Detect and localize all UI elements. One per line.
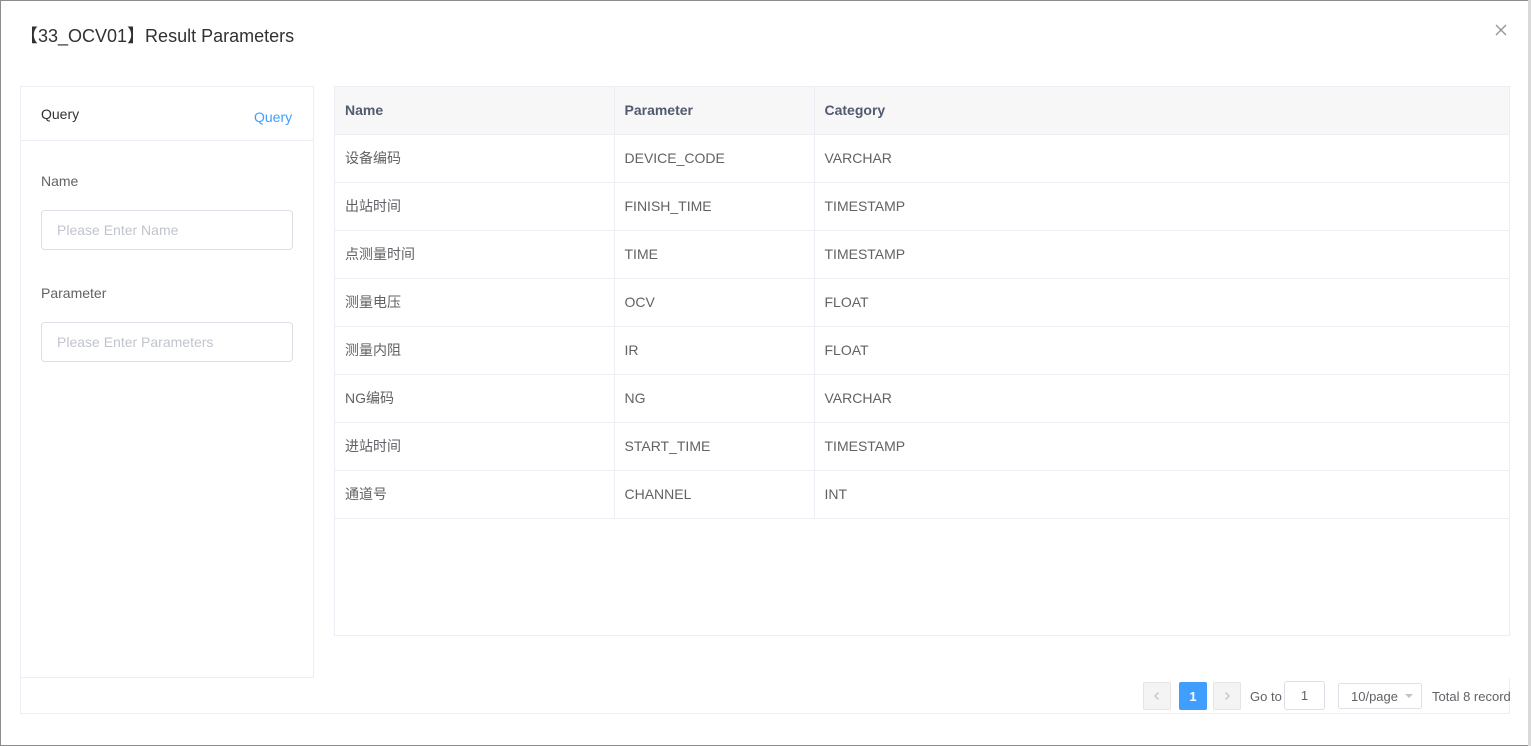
page-number-current[interactable]: 1 bbox=[1179, 682, 1207, 710]
table-row[interactable]: 测量电压 OCV FLOAT bbox=[335, 278, 1510, 327]
parameter-input[interactable] bbox=[41, 322, 293, 362]
table-row[interactable]: NG编码 NG VARCHAR bbox=[335, 374, 1510, 423]
cell-parameter: CHANNEL bbox=[614, 470, 815, 519]
cell-category: TIMESTAMP bbox=[814, 182, 1510, 231]
table-row[interactable]: 点测量时间 TIME TIMESTAMP bbox=[335, 230, 1510, 279]
cell-parameter: FINISH_TIME bbox=[614, 182, 815, 231]
caret-down-icon bbox=[1405, 694, 1413, 698]
query-panel-header: Query Query bbox=[21, 87, 313, 141]
cell-parameter: IR bbox=[614, 326, 815, 375]
goto-label: Go to bbox=[1250, 689, 1282, 704]
cell-name: 点测量时间 bbox=[335, 230, 615, 279]
query-panel-title: Query bbox=[41, 106, 80, 122]
cell-parameter: DEVICE_CODE bbox=[614, 134, 815, 183]
table-header-row: Name Parameter Category bbox=[335, 87, 1510, 135]
cell-parameter: TIME bbox=[614, 230, 815, 279]
table-row[interactable]: 出站时间 FINISH_TIME TIMESTAMP bbox=[335, 182, 1510, 231]
column-header-name[interactable]: Name bbox=[335, 87, 615, 135]
name-label: Name bbox=[41, 173, 79, 189]
cell-category: VARCHAR bbox=[814, 134, 1510, 183]
close-icon[interactable] bbox=[1493, 22, 1509, 38]
cell-category: VARCHAR bbox=[814, 374, 1510, 423]
cell-category: TIMESTAMP bbox=[814, 422, 1510, 471]
table-row[interactable]: 通道号 CHANNEL INT bbox=[335, 470, 1510, 519]
goto-page-input[interactable] bbox=[1284, 681, 1325, 710]
dialog-title: 【33_OCV01】Result Parameters bbox=[20, 26, 295, 46]
cell-name: NG编码 bbox=[335, 374, 615, 423]
table-row[interactable]: 进站时间 START_TIME TIMESTAMP bbox=[335, 422, 1510, 471]
query-button[interactable]: Query bbox=[254, 109, 292, 125]
column-header-parameter[interactable]: Parameter bbox=[614, 87, 815, 135]
cell-category: FLOAT bbox=[814, 278, 1510, 327]
page-size-select[interactable]: 10/page bbox=[1338, 683, 1422, 709]
cell-name: 测量内阻 bbox=[335, 326, 615, 375]
page-size-value: 10/page bbox=[1351, 688, 1398, 704]
cell-category: INT bbox=[814, 470, 1510, 519]
cell-name: 设备编码 bbox=[335, 134, 615, 183]
query-panel: Query Query Name Parameter bbox=[20, 86, 314, 678]
cell-category: TIMESTAMP bbox=[814, 230, 1510, 279]
cell-category: FLOAT bbox=[814, 326, 1510, 375]
parameter-label: Parameter bbox=[41, 285, 107, 301]
results-table: Name Parameter Category 设备编码 DEVICE_CODE… bbox=[334, 86, 1510, 636]
chevron-right-icon[interactable] bbox=[1213, 682, 1241, 710]
total-records: Total 8 record bbox=[1432, 689, 1511, 704]
cell-name: 测量电压 bbox=[335, 278, 615, 327]
chevron-left-icon[interactable] bbox=[1143, 682, 1171, 710]
column-header-category[interactable]: Category bbox=[814, 87, 1510, 135]
cell-parameter: OCV bbox=[614, 278, 815, 327]
cell-name: 进站时间 bbox=[335, 422, 615, 471]
cell-name: 通道号 bbox=[335, 470, 615, 519]
table-row[interactable]: 测量内阻 IR FLOAT bbox=[335, 326, 1510, 375]
cell-name: 出站时间 bbox=[335, 182, 615, 231]
cell-parameter: START_TIME bbox=[614, 422, 815, 471]
name-input[interactable] bbox=[41, 210, 293, 250]
cell-parameter: NG bbox=[614, 374, 815, 423]
table-row[interactable]: 设备编码 DEVICE_CODE VARCHAR bbox=[335, 134, 1510, 183]
